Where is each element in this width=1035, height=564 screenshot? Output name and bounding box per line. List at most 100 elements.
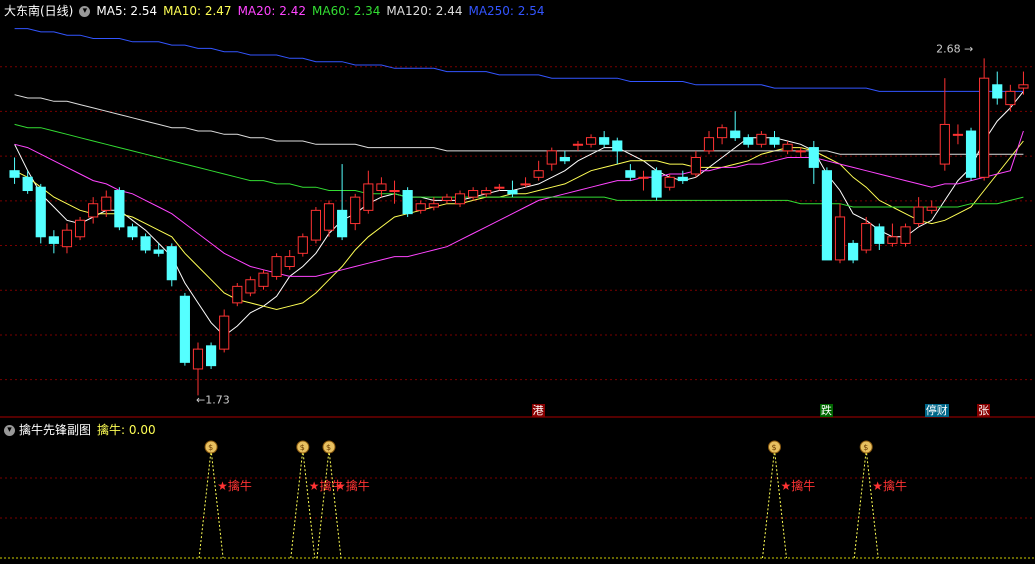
candle-body <box>795 150 806 153</box>
candle-body <box>926 206 937 211</box>
candle-body <box>258 272 269 287</box>
candle-body <box>808 147 819 168</box>
candle-body <box>219 315 230 350</box>
ma-label-2: MA20: 2.42 <box>237 4 306 18</box>
event-tag-2[interactable]: 停财 <box>924 404 949 417</box>
candle-body <box>206 345 217 367</box>
candle-body <box>48 236 59 244</box>
ma-legend: MA5: 2.54 MA10: 2.47 MA20: 2.42 MA60: 2.34 M… <box>96 4 550 18</box>
candle-body <box>481 190 492 195</box>
candle-body <box>88 203 99 218</box>
candle-body <box>127 226 138 238</box>
candle-body <box>454 193 466 205</box>
candle-body <box>232 285 243 304</box>
candle-body <box>939 123 950 165</box>
candle-body <box>337 209 348 238</box>
candle-body <box>61 229 73 248</box>
candle-body <box>769 137 780 145</box>
indicator-panel[interactable]: $ ★擒牛 $ ★擒牛 $ ★擒牛 $ ★擒牛 $ ★擒牛 ▾ 擒牛先锋副图 擒牛: 0.00 <box>0 418 1035 564</box>
candle-body <box>402 190 413 215</box>
signal-label: ★擒牛 <box>872 478 907 493</box>
candle-body <box>730 130 741 139</box>
candle-body <box>428 203 439 208</box>
candle-body <box>468 190 479 198</box>
candle-body <box>559 156 570 162</box>
event-tag-1[interactable]: 跌 <box>819 404 833 417</box>
candle-body <box>821 170 832 261</box>
signal-spike <box>316 449 342 559</box>
candle-body <box>717 127 728 139</box>
high-price-label: 2.68 → <box>936 42 973 55</box>
candle-body <box>376 183 387 192</box>
candle-body <box>756 133 767 145</box>
ma-line-ma120 <box>14 94 1024 155</box>
event-tag-0[interactable]: 港 <box>531 404 545 417</box>
indicator-dropdown-icon[interactable]: ▾ <box>4 425 15 436</box>
candle-body <box>743 137 754 145</box>
ma-line-ma60 <box>14 123 1024 208</box>
candle-body <box>310 209 321 241</box>
candle-body <box>1005 90 1016 106</box>
event-tag-3[interactable]: 张 <box>977 404 991 417</box>
money-bag-symbol: $ <box>772 443 777 452</box>
stock-title[interactable]: 大东南(日线) <box>4 4 73 18</box>
candle-body <box>494 186 505 189</box>
main-header: 大东南(日线) ▾ MA5: 2.54 MA10: 2.47 MA20: 2.42 MA6… <box>4 3 557 19</box>
candle-body <box>703 137 715 152</box>
candle-body <box>834 216 846 261</box>
candle-body <box>114 190 125 228</box>
candle-body <box>546 150 557 165</box>
candle-body <box>297 236 308 254</box>
signal-label: ★擒牛 <box>781 478 816 493</box>
candle-body <box>101 196 112 211</box>
candle-body <box>979 77 990 178</box>
candle-body <box>9 170 20 178</box>
money-bag-symbol: $ <box>208 443 213 452</box>
ma-line-ma5 <box>14 91 1024 337</box>
candle-body <box>677 176 688 182</box>
candle-body <box>284 256 295 268</box>
candle-body <box>140 236 151 251</box>
candle-body <box>638 176 649 179</box>
ma-label-1: MA10: 2.47 <box>163 4 232 18</box>
candle-body <box>415 203 426 211</box>
ma-label-4: MA120: 2.44 <box>386 4 463 18</box>
candle-body <box>612 140 623 152</box>
signal-label: ★擒牛 <box>217 478 252 493</box>
candle-body <box>599 137 610 145</box>
candle-body <box>441 196 453 201</box>
candle-body <box>887 236 898 244</box>
candlestick-chart[interactable]: 2.68 → ←1.73 <box>0 0 1035 418</box>
candle-body <box>350 196 361 225</box>
main-chart-panel[interactable]: 2.68 → ←1.73 大东南(日线) ▾ MA5: 2.54 MA10: 2.47 M… <box>0 0 1035 418</box>
signal-spike <box>853 449 879 559</box>
candle-body <box>965 130 977 178</box>
candle-body <box>166 246 177 281</box>
candle-body <box>363 183 374 211</box>
candle-body <box>153 249 164 254</box>
candle-body <box>1018 84 1029 89</box>
candle-body <box>992 84 1003 99</box>
candle-body <box>900 226 911 244</box>
candle-body <box>323 203 335 231</box>
candle-body <box>651 170 662 198</box>
candle-body <box>585 137 597 145</box>
ma-line-ma250 <box>14 28 1024 92</box>
signal-spike <box>290 449 316 559</box>
candle-body <box>389 190 400 193</box>
ma-line-ma20 <box>14 130 1024 277</box>
indicator-chart[interactable]: $★擒牛$★擒牛$★擒牛$★擒牛$★擒牛 <box>0 418 1035 564</box>
money-bag-symbol: $ <box>863 443 868 452</box>
candle-body <box>245 279 256 294</box>
money-bag-symbol: $ <box>300 443 305 452</box>
dropdown-icon[interactable]: ▾ <box>79 6 91 17</box>
candle-body <box>22 176 33 192</box>
candle-body <box>861 223 872 251</box>
candle-body <box>520 183 531 186</box>
candle-body <box>664 176 675 188</box>
indicator-title[interactable]: 擒牛先锋副图 <box>19 423 91 437</box>
candle-body <box>874 226 885 244</box>
candle-body <box>179 295 190 363</box>
ma-label-3: MA60: 2.34 <box>312 4 381 18</box>
low-price-label: ←1.73 <box>196 393 230 406</box>
